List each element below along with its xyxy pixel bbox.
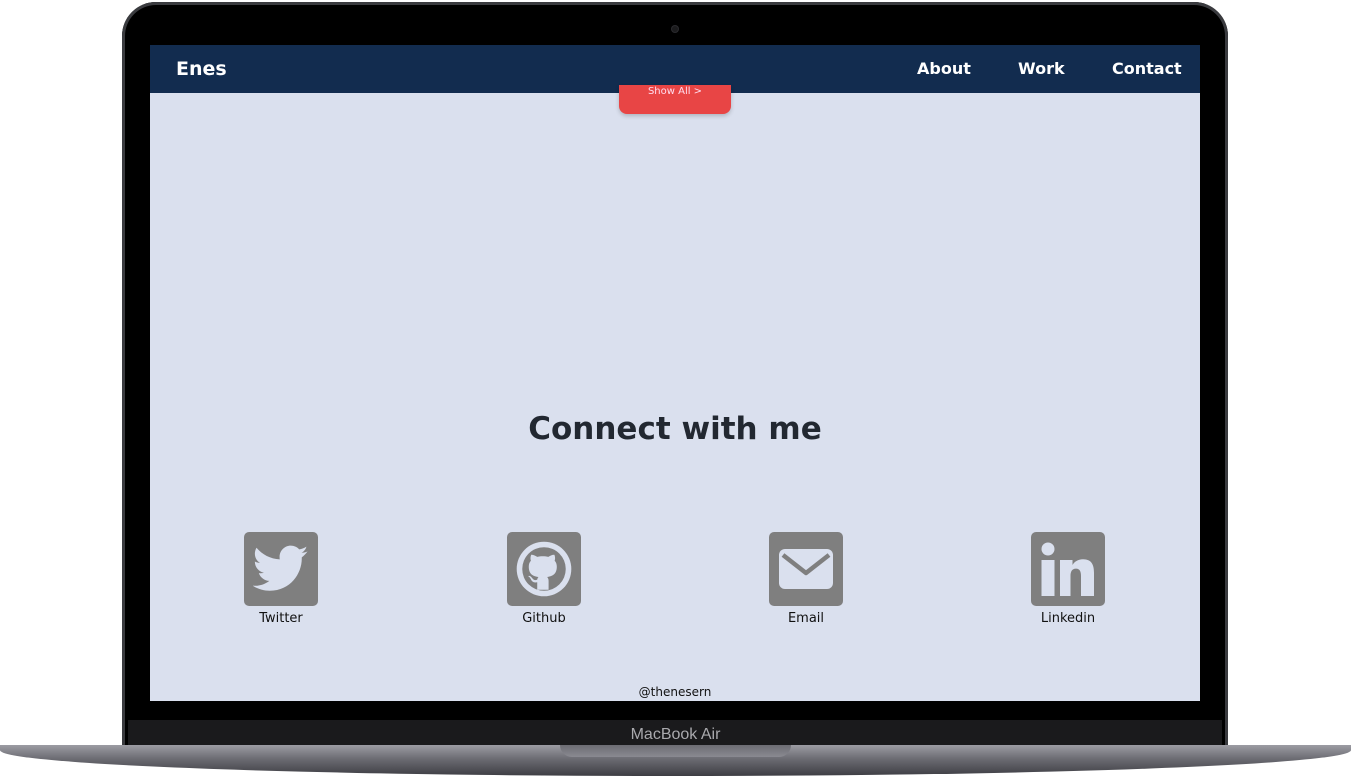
screen: Enes About Work Contact Show All > Conne… [150, 45, 1200, 701]
email-icon [769, 532, 843, 606]
linkedin-icon [1031, 532, 1105, 606]
twitter-label: Twitter [259, 611, 303, 626]
linkedin-label: Linkedin [1040, 611, 1096, 626]
social-github[interactable]: Github [484, 532, 604, 626]
social-email[interactable]: Email [746, 532, 866, 626]
show-all-button[interactable]: Show All > [619, 85, 731, 114]
show-all-label: Show All > [647, 86, 703, 97]
social-twitter[interactable]: Twitter [221, 532, 341, 626]
nav-about[interactable]: About [917, 45, 971, 93]
nav-work[interactable]: Work [1018, 45, 1065, 93]
camera-dot [672, 26, 678, 32]
github-label: Github [522, 611, 566, 626]
brand-logo[interactable]: Enes [176, 45, 227, 93]
twitter-icon [244, 532, 318, 606]
nav-contact[interactable]: Contact [1112, 45, 1182, 93]
github-icon [507, 532, 581, 606]
connect-heading: Connect with me [528, 411, 822, 447]
email-label: Email [787, 611, 825, 626]
footer-handle[interactable]: @thenesern [150, 685, 1200, 699]
social-linkedin[interactable]: Linkedin [1008, 532, 1128, 626]
laptop-base-notch [560, 745, 791, 757]
